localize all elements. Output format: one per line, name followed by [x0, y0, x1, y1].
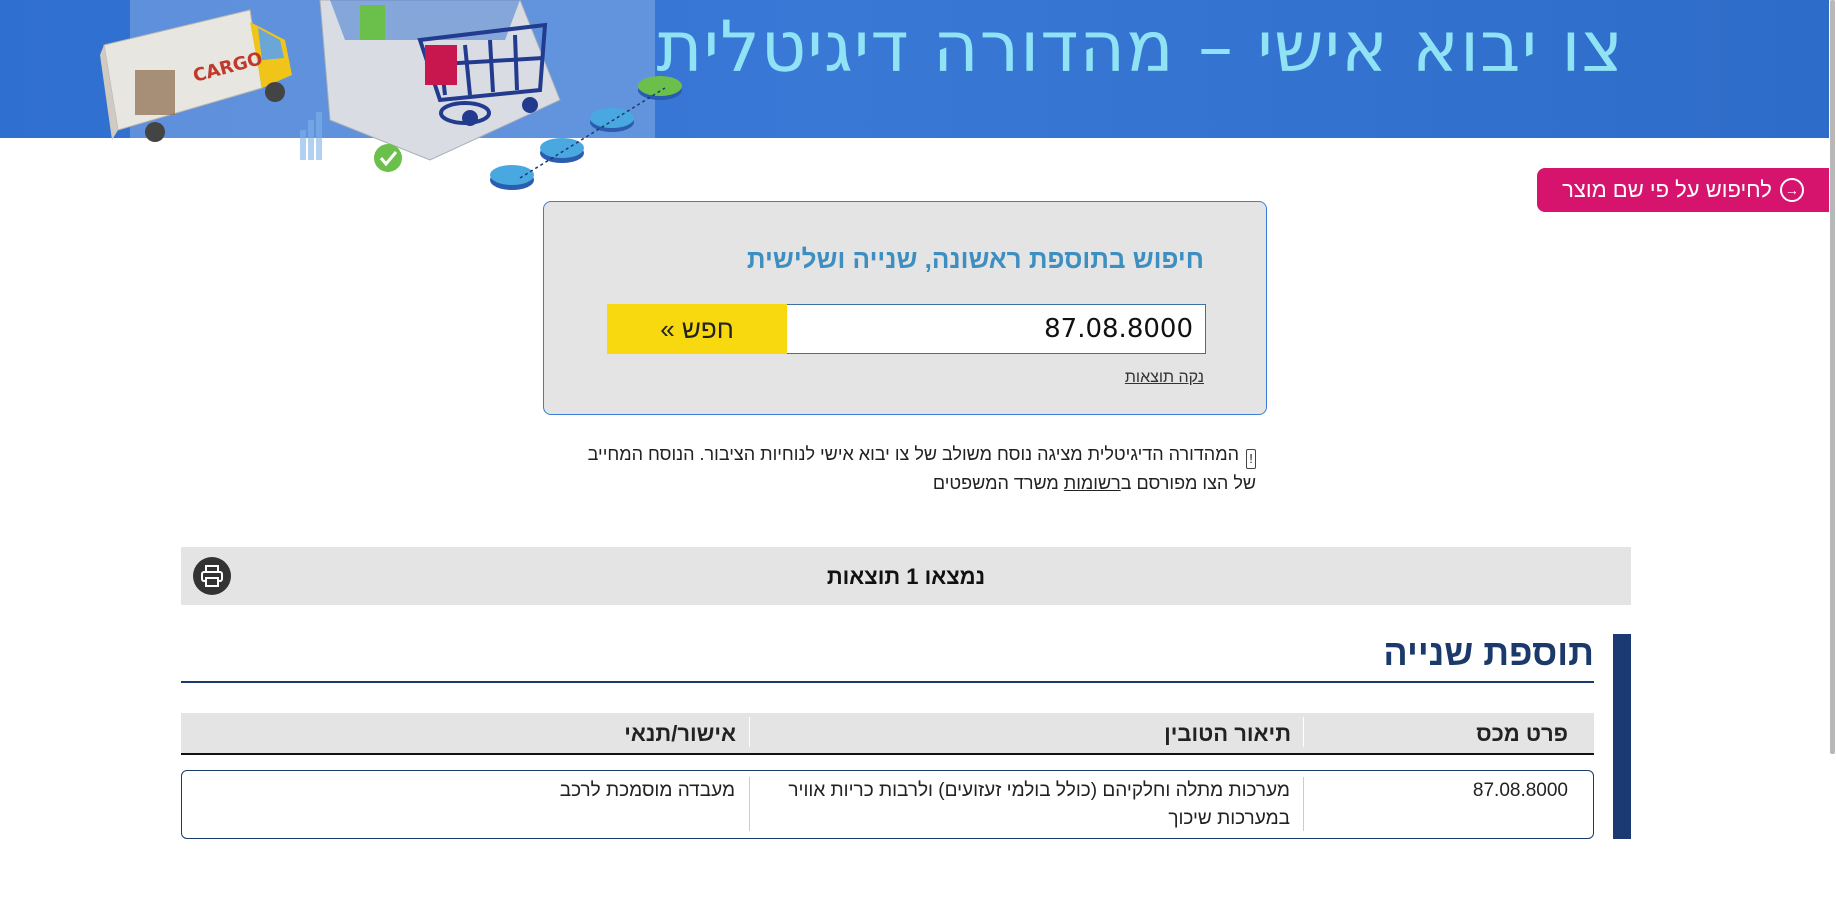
print-button[interactable] [193, 557, 231, 595]
column-header-customs-code: פרט מכס [1476, 721, 1568, 746]
results-bar: נמצאו 1 תוצאות [181, 547, 1631, 605]
results-table-header: פרט מכס תיאור הטובין אישור/תנאי [181, 713, 1594, 755]
disclaimer-notice: ! המהדורה הדיגיטלית מציגה נוסח משולב של … [570, 440, 1256, 497]
reshumot-link[interactable]: רשומות [1064, 473, 1121, 493]
arrow-circle-icon: → [1779, 178, 1804, 202]
table-row: 87.08.8000 מערכות מתלה וחלקיהם (כולל בול… [181, 770, 1594, 839]
search-by-product-name-label: לחיפוש על פי שם מוצר [1562, 177, 1772, 202]
column-separator [1303, 777, 1304, 831]
scrollbar-thumb[interactable] [1830, 0, 1835, 754]
notice-text: המהדורה הדיגיטלית מציגה נוסח משולב של צו… [587, 444, 1256, 493]
notice-text-end: משרד המשפטים [932, 473, 1064, 493]
warning-icon: ! [1246, 449, 1256, 469]
cell-description: מערכות מתלה וחלקיהם (כולל בולמי זעזועים)… [788, 780, 1290, 829]
section-divider [181, 681, 1594, 683]
customs-code-input[interactable] [786, 304, 1206, 354]
column-separator [1303, 717, 1304, 747]
search-panel: חיפוש בתוספת ראשונה, שנייה ושלישית חפש »… [543, 201, 1267, 415]
column-header-description: תיאור הטובין [1164, 721, 1291, 746]
search-heading: חיפוש בתוספת ראשונה, שנייה ושלישית [746, 244, 1204, 274]
cell-customs-code: 87.08.8000 [1472, 780, 1568, 801]
printer-icon [201, 565, 223, 587]
section-title: תוספת שנייה [1383, 632, 1594, 673]
results-count: נמצאו 1 תוצאות [826, 564, 986, 589]
search-button[interactable]: חפש » [607, 304, 787, 354]
header-banner: צו יבוא אישי – מהדורה דיגיטלית [0, 0, 1829, 138]
search-by-product-name-button[interactable]: → לחיפוש על פי שם מוצר [1537, 168, 1829, 212]
section-accent-bar [1613, 634, 1631, 839]
site-title: צו יבוא אישי – מהדורה דיגיטלית [656, 6, 1624, 88]
cell-condition: מעבדה מוסמכת לרכב [559, 780, 735, 801]
clear-results-link[interactable]: נקה תוצאות [1125, 369, 1204, 387]
column-separator [749, 777, 750, 831]
column-separator [749, 717, 750, 747]
column-header-condition: אישור/תנאי [624, 721, 736, 746]
scrollbar-track[interactable] [1829, 0, 1836, 901]
